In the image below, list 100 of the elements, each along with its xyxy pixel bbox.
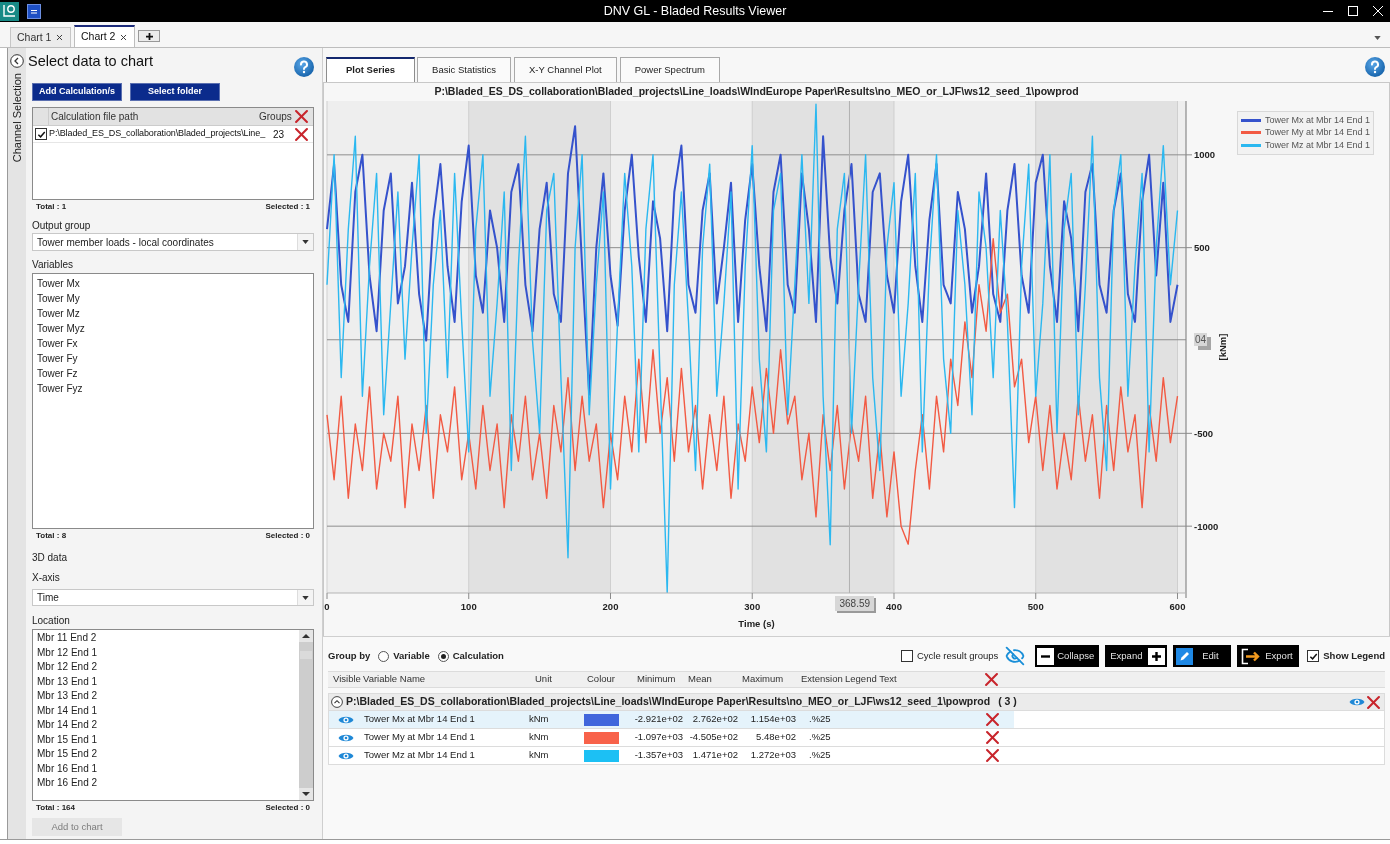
x-tick-label: 600 bbox=[1169, 601, 1186, 612]
list-item[interactable]: Tower Fx bbox=[33, 336, 313, 351]
help-icon[interactable] bbox=[1365, 57, 1385, 77]
scrollbar[interactable] bbox=[299, 630, 313, 800]
list-item[interactable]: Mbr 15 End 2 bbox=[33, 747, 299, 762]
field-label: Variables bbox=[32, 259, 74, 271]
eye-icon[interactable] bbox=[1349, 697, 1365, 707]
cursor-x-readout: 368.59 bbox=[835, 596, 875, 611]
group-path: P:\Bladed_ES_DS_collaboration\Bladed_projects\Line_loads\WIndEurope Paper\Results\no_MEO_or_LJF\ws12_seed_1\powprod bbox=[346, 694, 991, 710]
remove-row-icon[interactable] bbox=[986, 731, 999, 744]
list-item[interactable]: Tower My bbox=[33, 291, 313, 306]
list-item[interactable]: Mbr 14 End 2 bbox=[33, 718, 299, 733]
export-button[interactable]: Export bbox=[1237, 645, 1300, 667]
eye-icon[interactable] bbox=[338, 714, 354, 725]
remove-row-icon[interactable] bbox=[986, 749, 999, 762]
channel-selection-label[interactable]: Channel Selection bbox=[8, 73, 26, 163]
collapse-group-icon[interactable] bbox=[331, 696, 343, 708]
calculation-row[interactable]: P:\Bladed_ES_DS_collaboration\Bladed_projects\Line_ 23 bbox=[33, 126, 313, 143]
list-item[interactable]: Mbr 16 End 1 bbox=[33, 761, 299, 776]
close-tab-icon[interactable] bbox=[119, 32, 128, 42]
checkbox[interactable] bbox=[1307, 650, 1320, 662]
y-tick-label: -1000 bbox=[1194, 520, 1219, 532]
x-tick-label: 300 bbox=[744, 601, 761, 612]
list-item[interactable]: Mbr 12 End 1 bbox=[33, 645, 299, 660]
analysis-tab[interactable]: X-Y Channel Plot bbox=[514, 57, 617, 82]
scrollbar-thumb[interactable] bbox=[300, 651, 312, 659]
analysis-tab[interactable]: Plot Series bbox=[326, 57, 416, 82]
remove-row-icon[interactable] bbox=[986, 713, 999, 726]
table-row[interactable]: Tower Mx at Mbr 14 End 1 kNm -2.921e+02 2.762e+02 1.154e+03 .%25 bbox=[329, 711, 1014, 728]
table-cell-text: Tower Mz at Mbr 14 End 1 bbox=[363, 748, 476, 763]
pencil-icon bbox=[1176, 647, 1194, 665]
checkbox[interactable] bbox=[35, 128, 47, 140]
list-item[interactable]: Mbr 15 End 1 bbox=[33, 732, 299, 747]
checkbox[interactable] bbox=[900, 650, 913, 662]
selected-count: Selected : 1 bbox=[265, 201, 310, 212]
window-title: DNV GL - Bladed Results Viewer bbox=[603, 2, 787, 20]
collapse-button[interactable]: Collapse bbox=[1035, 645, 1100, 667]
list-item[interactable]: Mbr 13 End 2 bbox=[33, 689, 299, 704]
dropdown-button[interactable] bbox=[297, 234, 313, 250]
table-cell-text: 1.272e+03 bbox=[749, 748, 797, 763]
group-row[interactable]: P:\Bladed_ES_DS_collaboration\Bladed_projects\Line_loads\WIndEurope Paper\Results\no_MEO_or_LJF\ws12_seed_1\powprod ( 3 ) bbox=[328, 693, 1385, 711]
expand-button[interactable]: Expand bbox=[1105, 645, 1168, 667]
table-cell-text: -4.505e+02 bbox=[688, 730, 739, 745]
close-tab-icon[interactable] bbox=[55, 33, 64, 42]
list-item[interactable]: Tower Fy bbox=[33, 351, 313, 366]
dropdown-button[interactable] bbox=[297, 590, 313, 605]
group-count: ( 3 ) bbox=[998, 694, 1017, 710]
radio-button[interactable] bbox=[437, 650, 449, 662]
radio-button[interactable] bbox=[378, 650, 390, 662]
action-button[interactable]: Add Calculation/s bbox=[32, 83, 122, 101]
column-header: Groups bbox=[259, 110, 293, 124]
list-item[interactable]: Mbr 16 End 2 bbox=[33, 776, 299, 791]
color-swatch[interactable] bbox=[584, 749, 619, 762]
menu-icon[interactable] bbox=[27, 3, 41, 19]
edit-button[interactable]: Edit bbox=[1173, 645, 1232, 667]
group-by-label: Group by bbox=[328, 648, 371, 663]
analysis-tab[interactable]: Basic Statistics bbox=[417, 57, 511, 82]
maximize-icon[interactable] bbox=[1348, 6, 1358, 16]
analysis-tab[interactable]: Power Spectrum bbox=[619, 57, 720, 82]
x-axis-title: Time (s) bbox=[738, 618, 775, 629]
collapse-panel-icon[interactable] bbox=[10, 54, 24, 68]
list-item[interactable]: Tower Fz bbox=[33, 366, 313, 381]
remove-icon[interactable] bbox=[295, 127, 308, 141]
help-icon[interactable] bbox=[294, 57, 314, 77]
remove-all-icon[interactable] bbox=[985, 673, 998, 686]
list-item[interactable]: Mbr 14 End 1 bbox=[33, 703, 299, 718]
color-swatch[interactable] bbox=[584, 713, 619, 726]
list-item[interactable]: Mbr 12 End 2 bbox=[33, 660, 299, 675]
caret-down-icon bbox=[302, 595, 309, 600]
action-button[interactable]: Select folder bbox=[130, 83, 220, 101]
color-swatch[interactable] bbox=[584, 731, 619, 744]
table-cell-text: kNm bbox=[528, 712, 550, 727]
table-cell-text: .%25 bbox=[808, 712, 832, 727]
selected-count: Selected : 0 bbox=[265, 802, 310, 813]
remove-all-icon[interactable] bbox=[295, 110, 308, 123]
scroll-down-icon[interactable] bbox=[299, 788, 313, 800]
column-header: Mean bbox=[687, 672, 713, 687]
list-item[interactable]: Mbr 13 End 1 bbox=[33, 674, 299, 689]
caret-down-icon bbox=[302, 240, 309, 244]
x-axis-dropdown[interactable]: Time bbox=[32, 589, 314, 606]
close-icon[interactable] bbox=[1373, 6, 1383, 16]
eye-icon[interactable] bbox=[338, 750, 354, 761]
x-tick-label: 500 bbox=[1027, 601, 1044, 612]
caret-down-icon[interactable] bbox=[1374, 36, 1381, 40]
panel-title: Select data to chart bbox=[28, 52, 153, 70]
list-item[interactable]: Tower Mx bbox=[33, 276, 313, 291]
list-item[interactable]: Tower Myz bbox=[33, 321, 313, 336]
chart-tab[interactable]: Chart 2 bbox=[74, 25, 135, 47]
list-item[interactable]: Tower Mz bbox=[33, 306, 313, 321]
x-tick-label: 0 bbox=[324, 601, 330, 612]
eye-icon[interactable] bbox=[338, 732, 354, 743]
table-cell-text: Tower Mx at Mbr 14 End 1 bbox=[363, 712, 476, 727]
scroll-up-icon[interactable] bbox=[299, 630, 313, 642]
chart-tab[interactable]: Chart 1 bbox=[10, 27, 71, 47]
new-tab-button[interactable] bbox=[138, 30, 160, 42]
output-group-dropdown[interactable]: Tower member loads - local coordinates bbox=[32, 233, 314, 251]
x-tick-label: 400 bbox=[886, 601, 902, 612]
list-item[interactable]: Mbr 11 End 2 bbox=[33, 631, 299, 646]
remove-group-icon[interactable] bbox=[1367, 695, 1380, 709]
list-item[interactable]: Tower Fyz bbox=[33, 381, 313, 396]
